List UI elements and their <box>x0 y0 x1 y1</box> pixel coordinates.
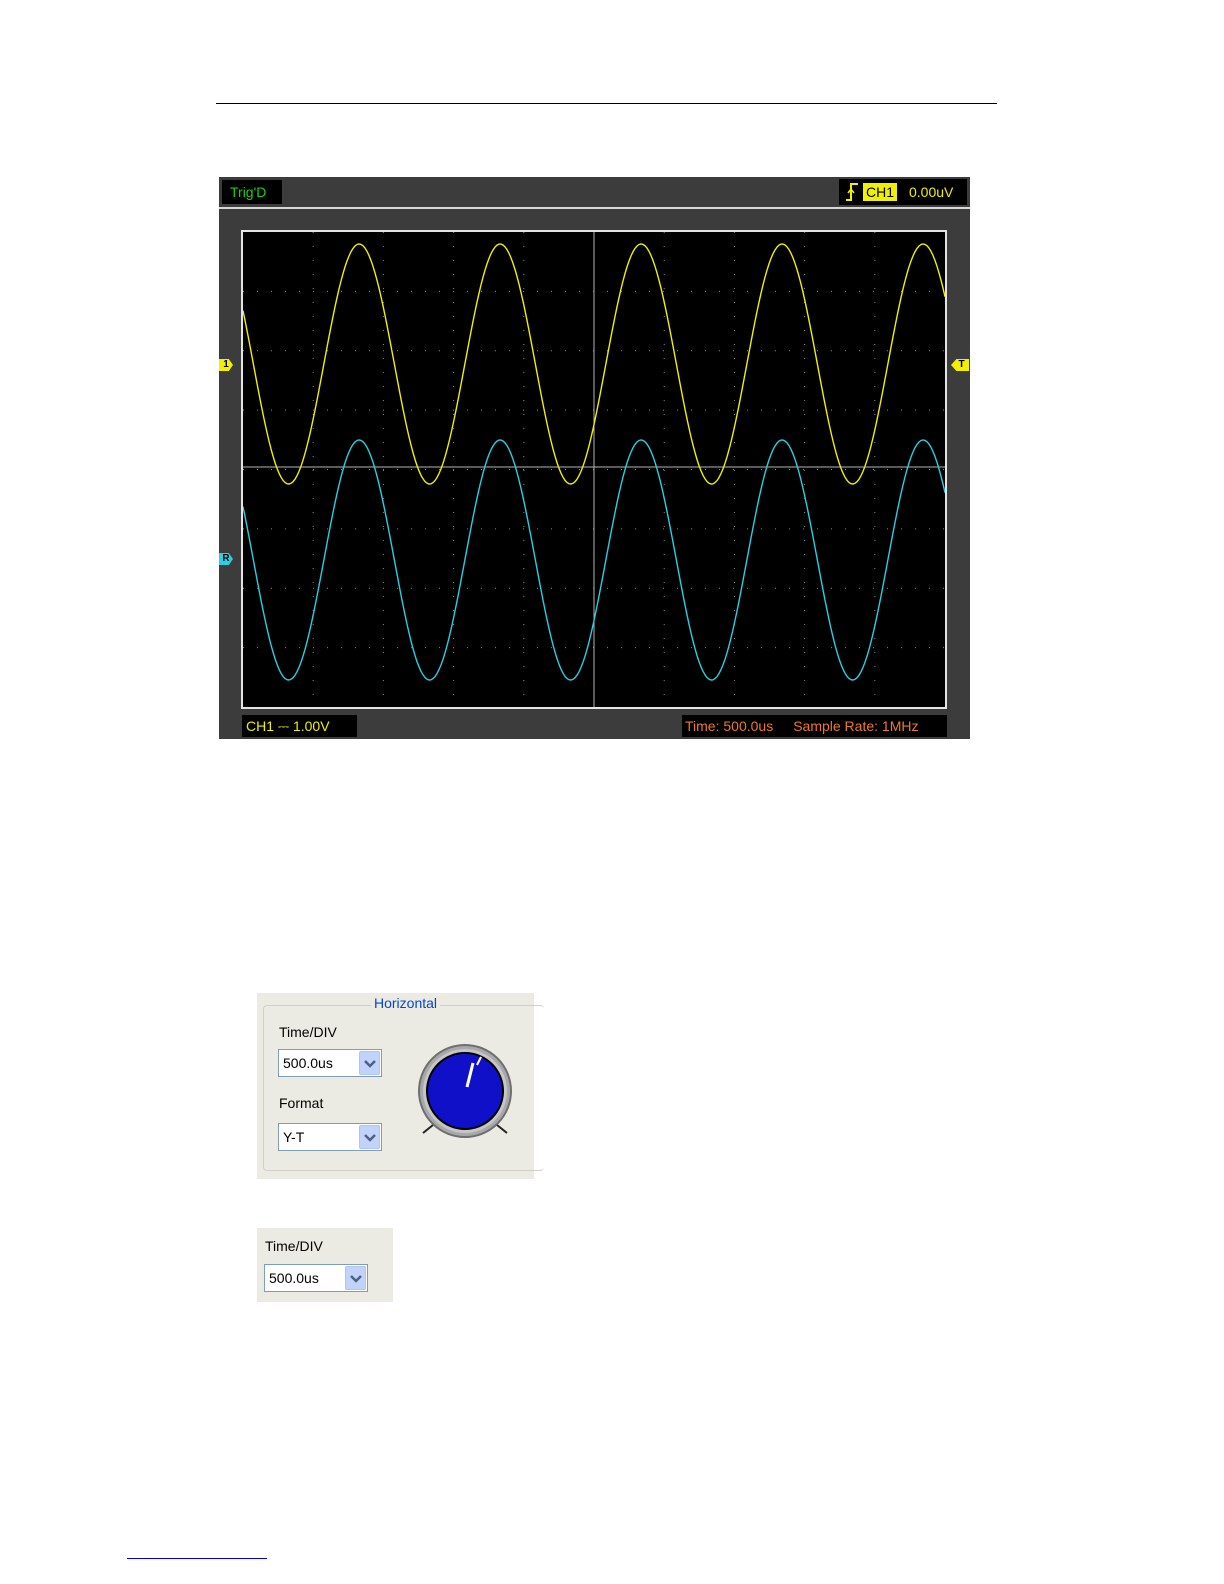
timediv-select[interactable]: 500.0us <box>264 1264 368 1292</box>
time-per-div: Time: 500.0us <box>685 718 774 734</box>
trigger-source: CH1 <box>863 183 898 201</box>
ref-position-marker[interactable]: R <box>219 553 233 565</box>
format-select[interactable]: Y-T <box>278 1123 382 1151</box>
timediv-select[interactable]: 500.0us <box>278 1049 382 1077</box>
dropdown-button[interactable] <box>345 1266 366 1290</box>
footer-link-underline <box>127 1558 267 1559</box>
format-label: Format <box>279 1095 324 1111</box>
chevron-down-icon <box>364 1060 376 1068</box>
timebase-info: Time: 500.0us Sample Rate: 1MHz <box>682 715 947 737</box>
header-rule <box>216 103 997 104</box>
dropdown-button[interactable] <box>359 1051 380 1075</box>
timediv-closeup: Time/DIV 500.0us <box>257 1228 393 1302</box>
chevron-down-icon <box>350 1275 362 1283</box>
horizontal-group: Horizontal Time/DIV 500.0us Format Y-T <box>257 993 544 1179</box>
trigger-status: Trig'D <box>222 180 282 204</box>
sample-rate: Sample Rate: 1MHz <box>793 718 919 734</box>
waveform-plot <box>243 232 945 707</box>
oscilloscope-display: Trig'D CH1 0.00uV 1 R T CH1 ⎓ 1.00V Time… <box>219 177 970 739</box>
timediv-value: 500.0us <box>283 1055 333 1071</box>
trigger-level: 0.00uV <box>909 184 954 200</box>
format-value: Y-T <box>283 1129 305 1145</box>
chevron-down-icon <box>364 1134 376 1142</box>
group-title: Horizontal <box>371 995 441 1011</box>
timediv-value: 500.0us <box>269 1270 319 1286</box>
timediv-label: Time/DIV <box>279 1024 337 1040</box>
scope-bottom-bar: CH1 ⎓ 1.00V Time: 500.0us Sample Rate: 1M… <box>219 715 970 739</box>
waveform-screen <box>241 230 947 709</box>
ch1-position-marker[interactable]: 1 <box>219 359 233 371</box>
dropdown-button[interactable] <box>359 1125 380 1149</box>
trigger-level-marker[interactable]: T <box>951 359 969 371</box>
trigger-info: CH1 0.00uV <box>839 179 967 205</box>
scope-top-bar: Trig'D CH1 0.00uV <box>219 177 970 209</box>
timebase-knob[interactable] <box>409 1043 521 1143</box>
channel-scale: CH1 ⎓ 1.00V <box>242 715 357 737</box>
timediv-label: Time/DIV <box>265 1238 323 1254</box>
rising-edge-icon <box>846 183 858 201</box>
